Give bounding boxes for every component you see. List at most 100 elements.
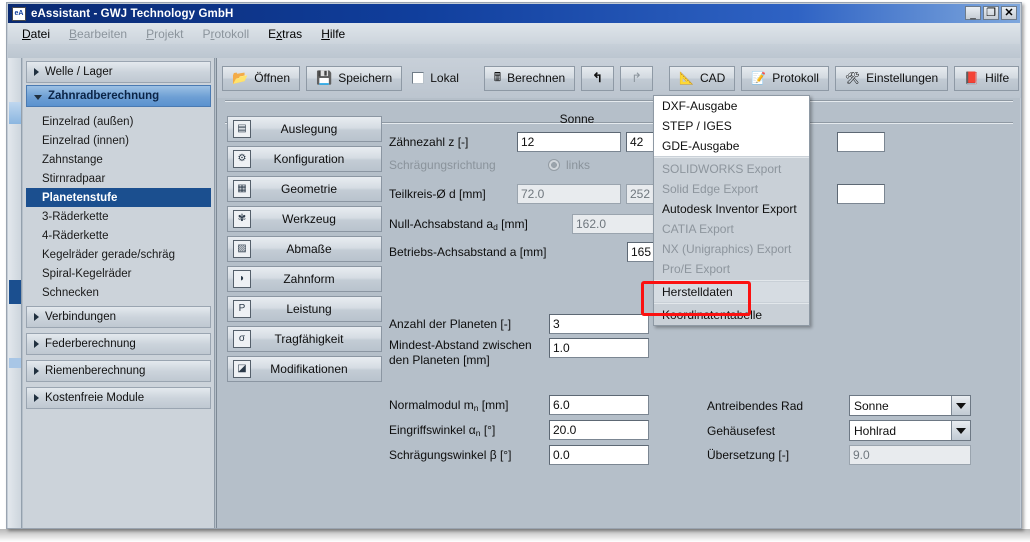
sidebar-item-stirnradpaar[interactable]: Stirnradpaar bbox=[26, 169, 211, 188]
lokal-checkbox[interactable] bbox=[412, 72, 424, 84]
gehaeusefest-select[interactable]: Hohlrad bbox=[849, 420, 971, 441]
menu-datei[interactable]: Datei bbox=[22, 27, 50, 41]
close-button[interactable]: ✕ bbox=[1001, 6, 1017, 20]
menu-dxf-ausgabe[interactable]: DXF-Ausgabe bbox=[654, 96, 809, 116]
row-label-unit: [°] bbox=[480, 423, 495, 437]
modification-icon: ◪ bbox=[233, 360, 251, 378]
sidebar-item-einzelrad-innen[interactable]: Einzelrad (innen) bbox=[26, 131, 211, 150]
chevron-down-icon[interactable] bbox=[951, 421, 970, 440]
berechnen-button[interactable]: 🖩 Berechnen bbox=[484, 66, 575, 91]
tab-werkzeug[interactable]: ✾ Werkzeug bbox=[227, 206, 382, 232]
antreibendes-rad-select[interactable]: Sonne bbox=[849, 395, 971, 416]
normalmodul-input[interactable]: 6.0 bbox=[549, 395, 649, 415]
menu-autodesk-inventor-export[interactable]: Autodesk Inventor Export bbox=[654, 199, 809, 219]
tab-geometrie[interactable]: ▦ Geometrie bbox=[227, 176, 382, 202]
tab-label: Tragfähigkeit bbox=[251, 332, 381, 346]
tab-abmasse[interactable]: ▨ Abmaße bbox=[227, 236, 382, 262]
window-drop-shadow bbox=[0, 529, 1030, 542]
chevron-down-icon bbox=[34, 95, 42, 100]
menu-projekt[interactable]: Projekt bbox=[146, 27, 183, 41]
sidebar-group-federberechnung[interactable]: Federberechnung bbox=[26, 333, 211, 355]
tab-auslegung[interactable]: ▤ Auslegung bbox=[227, 116, 382, 142]
sidebar-item-einzelrad-aussen[interactable]: Einzelrad (außen) bbox=[26, 112, 211, 131]
sidebar-group-kostenfreie-module[interactable]: Kostenfreie Module bbox=[26, 387, 211, 409]
radio-links[interactable] bbox=[548, 159, 560, 171]
row-label-line2: den Planeten [mm] bbox=[389, 353, 490, 367]
maximize-button[interactable]: ❐ bbox=[983, 6, 999, 20]
schraegungswinkel-input[interactable]: 0.0 bbox=[549, 445, 649, 465]
tab-tragfaehigkeit[interactable]: σ Tragfähigkeit bbox=[227, 326, 382, 352]
sidebar: Welle / Lager Zahnradberechnung Einzelra… bbox=[23, 58, 215, 528]
tab-konfiguration[interactable]: ⚙ Konfiguration bbox=[227, 146, 382, 172]
undo-arrow-icon: ↰ bbox=[592, 70, 603, 86]
tab-label: Geometrie bbox=[251, 182, 381, 196]
tab-label: Abmaße bbox=[251, 242, 381, 256]
sidebar-item-spiral-kegelraeder[interactable]: Spiral-Kegelräder bbox=[26, 264, 211, 283]
sidebar-item-4-raederkette[interactable]: 4-Räderkette bbox=[26, 226, 211, 245]
save-button[interactable]: 💾 Speichern bbox=[306, 66, 402, 91]
app-root: eA eAssistant - GWJ Technology GmbH _ ❐ … bbox=[0, 0, 1030, 542]
open-button[interactable]: 📂 Öffnen bbox=[222, 66, 300, 91]
row-label: Übersetzung [-] bbox=[707, 448, 849, 462]
menu-protokoll[interactable]: Protokoll bbox=[202, 27, 249, 41]
redo-button[interactable]: ↱ bbox=[620, 66, 653, 91]
sidebar-item-zahnstange[interactable]: Zahnstange bbox=[26, 150, 211, 169]
sidebar-item-3-raederkette[interactable]: 3-Räderkette bbox=[26, 207, 211, 226]
teilkreis-hohlrad-value bbox=[837, 184, 885, 204]
tab-zahnform[interactable]: ◗ Zahnform bbox=[227, 266, 382, 292]
menu-step-iges[interactable]: STEP / IGES bbox=[654, 116, 809, 136]
radio-links-group[interactable]: links bbox=[517, 158, 621, 172]
sidebar-item-kegelraeder[interactable]: Kegelräder gerade/schräg bbox=[26, 245, 211, 264]
sidebar-scrollbar[interactable] bbox=[8, 58, 22, 528]
row-label: Null-Achsabstand ad [mm] bbox=[389, 217, 517, 232]
undo-button[interactable]: ↰ bbox=[581, 66, 614, 91]
menu-extras[interactable]: Extras bbox=[268, 27, 302, 41]
eingriffswinkel-input[interactable]: 20.0 bbox=[549, 420, 649, 440]
menu-gde-ausgabe[interactable]: GDE-Ausgabe bbox=[654, 136, 809, 156]
tab-modifikationen[interactable]: ◪ Modifikationen bbox=[227, 356, 382, 382]
chevron-down-icon[interactable] bbox=[951, 396, 970, 415]
anzahl-planeten-input[interactable]: 3 bbox=[549, 314, 649, 334]
protokoll-button[interactable]: 📝 Protokoll bbox=[741, 66, 829, 91]
menu-solidworks-export[interactable]: SOLIDWORKS Export bbox=[654, 159, 809, 179]
menu-proe-export[interactable]: Pro/E Export bbox=[654, 259, 809, 279]
cad-button[interactable]: 📐 CAD bbox=[669, 66, 735, 91]
row-label: Betriebs-Achsabstand a [mm] bbox=[389, 245, 517, 259]
row-label: Anzahl der Planeten [-] bbox=[389, 317, 549, 331]
sidebar-group-zahnradberechnung[interactable]: Zahnradberechnung bbox=[26, 85, 211, 107]
menu-catia-export[interactable]: CATIA Export bbox=[654, 219, 809, 239]
open-label: Öffnen bbox=[254, 71, 290, 85]
tab-leistung[interactable]: P Leistung bbox=[227, 296, 382, 322]
einstellungen-label: Einstellungen bbox=[866, 71, 938, 85]
row-eingriffswinkel: Eingriffswinkel αn [°] 20.0 bbox=[389, 420, 649, 440]
menu-hilfe[interactable]: Hilfe bbox=[321, 27, 345, 41]
menu-solid-edge-export[interactable]: Solid Edge Export bbox=[654, 179, 809, 199]
hilfe-label: Hilfe bbox=[985, 71, 1009, 85]
sidebar-group-riemenberechnung[interactable]: Riemenberechnung bbox=[26, 360, 211, 382]
menu-bearbeiten[interactable]: Bearbeiten bbox=[69, 27, 127, 41]
scrollbar-marker-sub bbox=[9, 358, 21, 368]
lokal-checkbox-row[interactable]: Lokal bbox=[408, 66, 468, 91]
menu-koordinatentabelle[interactable]: Koordinatentabelle bbox=[654, 305, 809, 325]
hilfe-button[interactable]: 📕 Hilfe bbox=[954, 66, 1019, 91]
sidebar-group-welle-lager[interactable]: Welle / Lager bbox=[26, 61, 211, 83]
row-label: Antreibendes Rad bbox=[707, 399, 849, 413]
zaehnezahl-hohlrad-input[interactable] bbox=[837, 132, 885, 152]
minimize-button[interactable]: _ bbox=[965, 6, 981, 20]
row-null-achsabstand: Null-Achsabstand ad [mm] 162.0 bbox=[389, 214, 676, 234]
zaehnezahl-sonne-input[interactable]: 12 bbox=[517, 132, 621, 152]
sidebar-item-planetenstufe[interactable]: Planetenstufe bbox=[26, 188, 211, 207]
row-label-line1: Mindest-Abstand zwischen bbox=[389, 338, 532, 352]
sidebar-item-label: Zahnstange bbox=[42, 154, 103, 166]
sidebar-group-verbindungen[interactable]: Verbindungen bbox=[26, 306, 211, 328]
title-bar: eA eAssistant - GWJ Technology GmbH _ ❐ … bbox=[8, 4, 1020, 23]
menu-nx-unigraphics-export[interactable]: NX (Unigraphics) Export bbox=[654, 239, 809, 259]
mindest-abstand-input[interactable]: 1.0 bbox=[549, 338, 649, 358]
menu-herstelldaten[interactable]: Herstelldaten bbox=[654, 282, 809, 302]
einstellungen-button[interactable]: 🛠 Einstellungen bbox=[835, 66, 948, 91]
power-pencil-icon: P bbox=[233, 300, 251, 318]
chevron-right-icon bbox=[34, 313, 39, 321]
sidebar-item-schnecken[interactable]: Schnecken bbox=[26, 283, 211, 302]
row-label: Zähnezahl z [-] bbox=[389, 135, 517, 149]
window-title: eAssistant - GWJ Technology GmbH bbox=[31, 8, 233, 20]
